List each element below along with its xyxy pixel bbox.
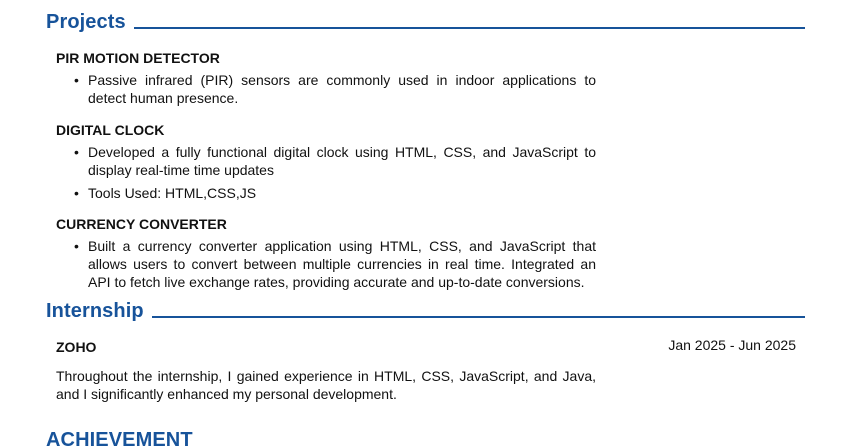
project-title-currency: CURRENCY CONVERTER <box>56 216 227 232</box>
projects-divider <box>133 27 805 29</box>
bullet-dot: • <box>74 185 79 201</box>
bullet-text: Developed a fully functional digital clo… <box>88 144 596 178</box>
projects-section-header: Projects <box>46 12 805 32</box>
bullet-dot: • <box>74 144 79 160</box>
internship-date: Jan 2025 - Jun 2025 <box>668 337 796 353</box>
internship-section-header: Internship <box>46 301 805 321</box>
project-bullet-clock-2: • Tools Used: HTML,CSS,JS <box>74 184 596 202</box>
bullet-text: Passive infrared (PIR) sensors are commo… <box>88 72 596 106</box>
projects-heading: Projects <box>46 11 126 33</box>
internship-description: Throughout the internship, I gained expe… <box>56 368 596 402</box>
bullet-text: Tools Used: HTML,CSS,JS <box>88 185 257 201</box>
project-bullet-pir: • Passive infrared (PIR) sensors are com… <box>74 71 596 107</box>
achievement-heading: ACHIEVEMENT <box>46 429 193 446</box>
bullet-text: Built a currency converter application u… <box>88 238 596 290</box>
internship-divider <box>151 316 805 318</box>
achievement-section-header: ACHIEVEMENT <box>46 430 805 446</box>
project-title-pir: PIR MOTION DETECTOR <box>56 50 220 66</box>
internship-heading: Internship <box>46 300 144 322</box>
project-bullet-clock-1: • Developed a fully functional digital c… <box>74 143 596 179</box>
bullet-dot: • <box>74 238 79 254</box>
project-title-clock: DIGITAL CLOCK <box>56 122 165 138</box>
project-bullet-currency: • Built a currency converter application… <box>74 237 596 291</box>
resume-page: Projects PIR MOTION DETECTOR • Passive i… <box>0 0 868 446</box>
bullet-dot: • <box>74 72 79 88</box>
internship-company: ZOHO <box>56 339 97 355</box>
